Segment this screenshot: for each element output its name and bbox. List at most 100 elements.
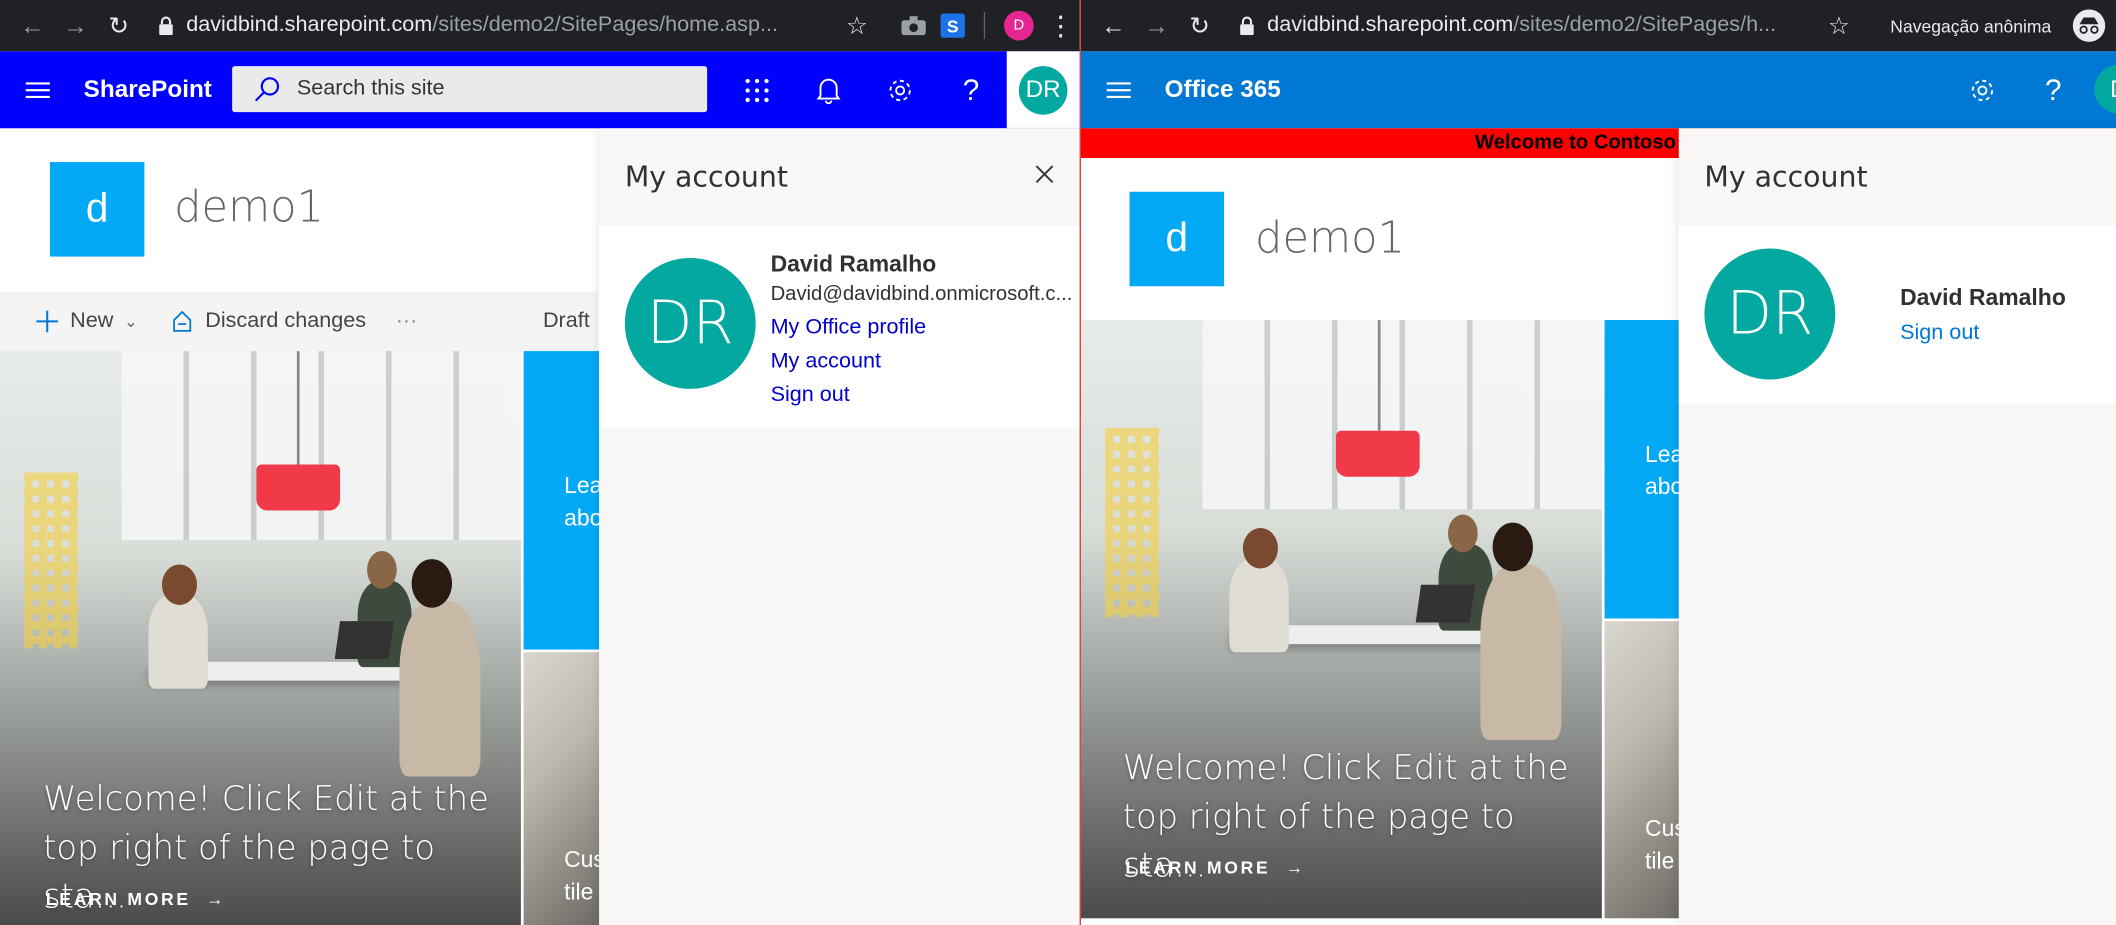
new-button[interactable]: New ⌄	[35, 309, 138, 333]
help-icon[interactable]: ?	[935, 51, 1007, 128]
url-host: davidbind.sharepoint.com	[1267, 13, 1514, 37]
lock-icon	[1240, 16, 1254, 36]
account-card: DR David Ramalho Sign out	[1678, 225, 2116, 404]
site-title[interactable]: demo1	[174, 181, 324, 232]
my-office-profile-link[interactable]: My Office profile	[771, 316, 927, 340]
person-1	[148, 594, 208, 689]
sticky-notes	[1105, 428, 1160, 618]
browser-toolbar-incognito: ← → ↻ davidbind.sharepoint.com/sites/dem…	[1080, 0, 2116, 52]
chevron-down-icon: ⌄	[124, 311, 138, 331]
panel-title: My account	[1704, 160, 1868, 194]
forward-arrow-icon[interactable]: →	[54, 4, 97, 47]
panel-title: My account	[624, 160, 788, 194]
help-icon[interactable]: ?	[2018, 51, 2090, 128]
reload-icon[interactable]: ↻	[97, 4, 140, 47]
sharepoint-brand[interactable]: SharePoint	[84, 76, 212, 104]
user-avatar[interactable]: DR	[1018, 65, 1068, 115]
settings-gear-icon[interactable]	[1946, 51, 2018, 128]
incognito-label: Navegação anônima	[1890, 15, 2052, 36]
arrow-right-icon: →	[1277, 857, 1306, 878]
hero-tile-3-text: Cus tile	[564, 846, 599, 905]
app-launcher-icon[interactable]	[721, 51, 793, 128]
user-avatar[interactable]: D	[2094, 64, 2116, 114]
hamburger-menu-icon[interactable]	[0, 51, 76, 128]
hero-tile-2-text: Lea abo	[1645, 441, 1681, 500]
lamp-cord	[1377, 320, 1381, 431]
account-name: David Ramalho	[1900, 284, 2066, 311]
bookmark-star-icon[interactable]: ☆	[846, 11, 868, 39]
search-placeholder: Search this site	[296, 76, 445, 100]
red-lamp	[256, 464, 341, 511]
site-logo[interactable]: d	[1129, 191, 1224, 287]
hero-tile-2[interactable]: Lea abo	[1604, 320, 1681, 619]
chrome-menu-icon[interactable]: ⋮	[1047, 9, 1074, 43]
discard-changes-button[interactable]: Discard changes	[170, 309, 366, 333]
search-icon	[254, 77, 280, 102]
back-arrow-icon[interactable]: ←	[11, 4, 54, 47]
reload-icon[interactable]: ↻	[1178, 4, 1221, 47]
address-bar[interactable]: davidbind.sharepoint.com/sites/demo2/Sit…	[151, 7, 846, 45]
my-account-link[interactable]: My account	[771, 350, 881, 374]
draft-status: Draft	[542, 309, 590, 333]
sign-out-link[interactable]: Sign out	[771, 384, 850, 408]
learn-more-link[interactable]: LEARN MORE →	[1125, 858, 1305, 878]
person-1	[1229, 557, 1289, 653]
arrow-right-icon: →	[198, 888, 227, 909]
discard-icon	[173, 310, 192, 332]
site-logo[interactable]: d	[49, 162, 145, 257]
browser-toolbar: ← → ↻ davidbind.sharepoint.com/sites/dem…	[0, 0, 1080, 52]
incognito-icon[interactable]	[2072, 9, 2106, 42]
my-account-panel: My account DR David Ramalho David@davidb…	[599, 128, 1080, 925]
new-label: New	[70, 309, 114, 333]
settings-gear-icon[interactable]	[864, 51, 936, 128]
background-windows	[1202, 320, 1602, 510]
panel-header: My account	[599, 128, 1079, 225]
panel-header: My account	[1679, 128, 2116, 225]
left-browser-window: ← → ↻ davidbind.sharepoint.com/sites/dem…	[0, 0, 1080, 925]
command-bar: New ⌄ Discard changes ··· Draft	[0, 291, 598, 352]
hero-tile-3[interactable]: Cus tile	[1604, 621, 1681, 919]
url-host: davidbind.sharepoint.com	[186, 13, 433, 37]
right-browser-window: ← → ↻ davidbind.sharepoint.com/sites/dem…	[1080, 0, 2116, 925]
more-options-button[interactable]: ···	[396, 309, 418, 333]
url-path: /sites/demo2/SitePages/h...	[1513, 13, 1777, 37]
close-icon[interactable]	[1034, 163, 1056, 185]
suite-bar: SharePoint Search this site ? DR	[0, 51, 1080, 129]
account-card: DR David Ramalho David@davidbind.onmicro…	[599, 225, 1080, 429]
laptop	[334, 621, 395, 659]
learn-more-link[interactable]: LEARN MORE →	[46, 889, 226, 909]
person-3	[1480, 564, 1562, 741]
bookmark-star-icon[interactable]: ☆	[1828, 11, 1850, 39]
suite-bar: Office 365 ? D	[1080, 51, 2116, 129]
forward-arrow-icon[interactable]: →	[1135, 4, 1178, 47]
person-2-head	[1448, 514, 1478, 553]
hamburger-menu-icon[interactable]	[1081, 51, 1157, 128]
sign-out-link[interactable]: Sign out	[1900, 321, 1979, 345]
profile-avatar[interactable]: D	[1004, 10, 1034, 41]
notifications-bell-icon[interactable]	[792, 51, 864, 128]
search-box[interactable]: Search this site	[232, 66, 708, 113]
back-arrow-icon[interactable]: ←	[1092, 4, 1135, 47]
learn-more-label: LEARN MORE	[45, 888, 191, 909]
camera-extension-icon[interactable]	[900, 15, 927, 37]
person-1-head	[1242, 528, 1278, 569]
person-3-head	[411, 559, 453, 608]
hero-tile-3[interactable]: Cus tile	[523, 652, 600, 925]
my-account-panel: My account DR David Ramalho Sign out	[1678, 128, 2116, 925]
background-windows	[121, 351, 521, 541]
hero-main-tile[interactable]: Welcome! Click Edit at the top right of …	[0, 351, 521, 925]
sticky-notes	[24, 472, 79, 649]
hero-main-tile[interactable]: Welcome! Click Edit at the top right of …	[1080, 320, 1602, 919]
office365-brand[interactable]: Office 365	[1165, 76, 1281, 104]
plus-icon	[36, 310, 59, 333]
account-avatar: DR	[1704, 248, 1836, 380]
sharepoint-extension-icon[interactable]: S	[940, 13, 965, 38]
person-1-head	[161, 564, 198, 605]
account-name: David Ramalho	[770, 251, 937, 277]
address-bar[interactable]: davidbind.sharepoint.com/sites/demo2/Sit…	[1232, 7, 1828, 45]
person-3-head	[1492, 522, 1534, 572]
account-email: David@davidbind.onmicrosoft.c...	[770, 282, 1073, 306]
hero-tile-2[interactable]: Lea abo	[523, 351, 600, 650]
site-title[interactable]: demo1	[1255, 212, 1405, 263]
person-2-head	[367, 550, 397, 589]
